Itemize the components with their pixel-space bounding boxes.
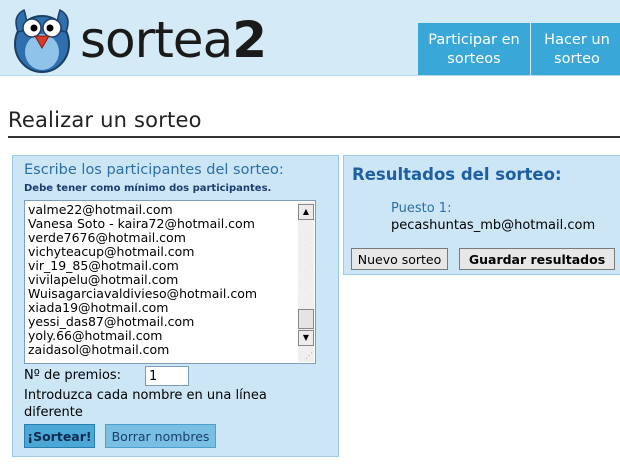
scrollbar-thumb[interactable]: [298, 309, 314, 329]
nav-label-line1: Hacer un: [544, 32, 610, 48]
participants-panel: Escribe los participantes del sorteo: De…: [12, 155, 339, 457]
guardar-resultados-button[interactable]: Guardar resultados: [459, 248, 615, 270]
participants-lines: valme22@hotmail.com Vanesa Soto - kaira7…: [28, 203, 257, 357]
nav-hacer-un-sorteo[interactable]: Hacer un sorteo: [531, 23, 620, 75]
results-panel: Resultados del sorteo: Puesto 1: pecashu…: [343, 155, 620, 275]
participant-line: yoly.66@hotmail.com: [28, 328, 163, 343]
brand-name: sortea: [80, 11, 233, 69]
arrow-down-icon[interactable]: ▼: [298, 330, 314, 346]
nav-participar-en-sorteos[interactable]: Participar en sorteos: [418, 23, 530, 75]
prizes-label: Nº de premios:: [24, 368, 122, 383]
sortear-button[interactable]: ¡Sortear!: [24, 424, 95, 448]
participants-textarea[interactable]: valme22@hotmail.com Vanesa Soto - kaira7…: [24, 200, 316, 364]
winner-value: pecashuntas_mb@hotmail.com: [391, 218, 596, 233]
textarea-scrollbar[interactable]: ▲ ▼: [298, 202, 314, 362]
resize-grip-icon[interactable]: ⋰: [305, 351, 313, 360]
borrar-nombres-button[interactable]: Borrar nombres: [105, 424, 216, 448]
participants-subheading: Debe tener como mínimo dos participantes…: [24, 183, 272, 194]
brand-suffix: 2: [232, 11, 267, 69]
participant-line: valme22@hotmail.com: [28, 202, 173, 217]
nav-label-line1: Participar en: [428, 32, 520, 48]
participant-line: verde7676@hotmail.com: [28, 230, 186, 245]
prizes-input[interactable]: [145, 366, 189, 386]
participant-line: vichyteacup@hotmail.com: [28, 244, 195, 259]
participant-line: vivilapelu@hotmail.com: [28, 272, 179, 287]
nav-label-line2: sorteo: [554, 51, 600, 67]
participant-line: xiada19@hotmail.com: [28, 300, 169, 315]
instructions-hint: Introduzca cada nombre en una línea dife…: [24, 388, 267, 420]
participant-line: Wuisagarciavaldivieso@hotmail.com: [28, 286, 258, 301]
brand-logo[interactable]: sortea2: [80, 11, 267, 69]
participant-line: vir_19_85@hotmail.com: [28, 258, 179, 273]
title-divider: [8, 136, 620, 138]
arrow-up-icon[interactable]: ▲: [298, 204, 314, 220]
participants-heading: Escribe los participantes del sorteo:: [24, 162, 284, 178]
participant-line: Vanesa Soto - kaira72@hotmail.com: [28, 216, 255, 231]
page-title: Realizar un sorteo: [8, 108, 202, 132]
participant-line: zaidasol@hotmail.com: [28, 342, 170, 357]
place-label: Puesto 1:: [391, 201, 452, 216]
nuevo-sorteo-button[interactable]: Nuevo sorteo: [351, 248, 448, 270]
site-header: sortea2 Participar en sorteos Hacer un s…: [0, 0, 620, 76]
nav-label-line2: sorteos: [447, 51, 501, 67]
participant-line: yessi_das87@hotmail.com: [28, 314, 195, 329]
penguin-mascot-icon[interactable]: [8, 2, 76, 74]
results-heading: Resultados del sorteo:: [352, 165, 562, 184]
